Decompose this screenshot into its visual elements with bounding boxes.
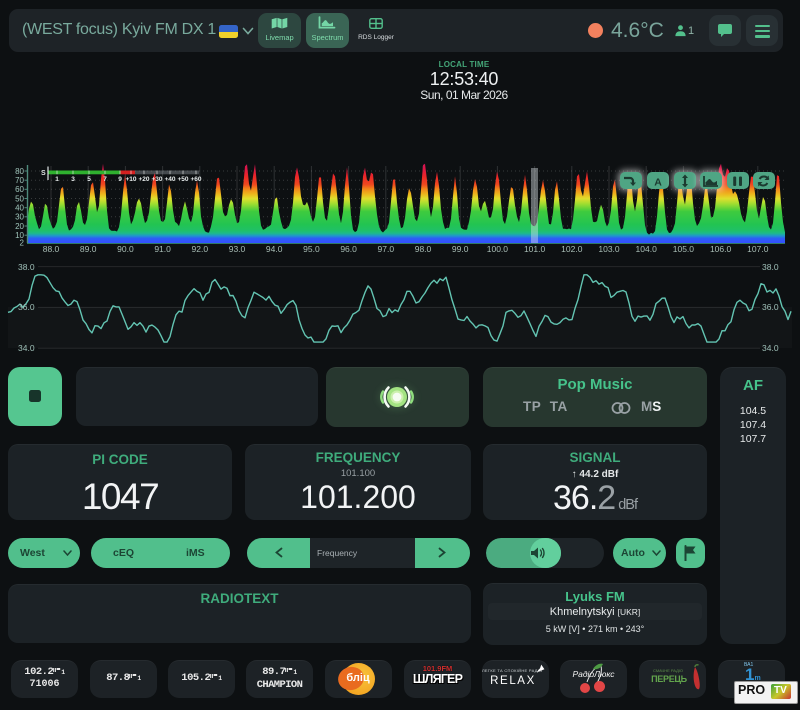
svg-text:34.0: 34.0 [762, 343, 779, 353]
svg-text:36.0: 36.0 [762, 302, 779, 312]
svg-text:38.0: 38.0 [762, 262, 779, 272]
svg-text:34.0: 34.0 [18, 343, 35, 353]
svg-text:36.0: 36.0 [18, 302, 35, 312]
svg-text:38.0: 38.0 [18, 262, 35, 272]
